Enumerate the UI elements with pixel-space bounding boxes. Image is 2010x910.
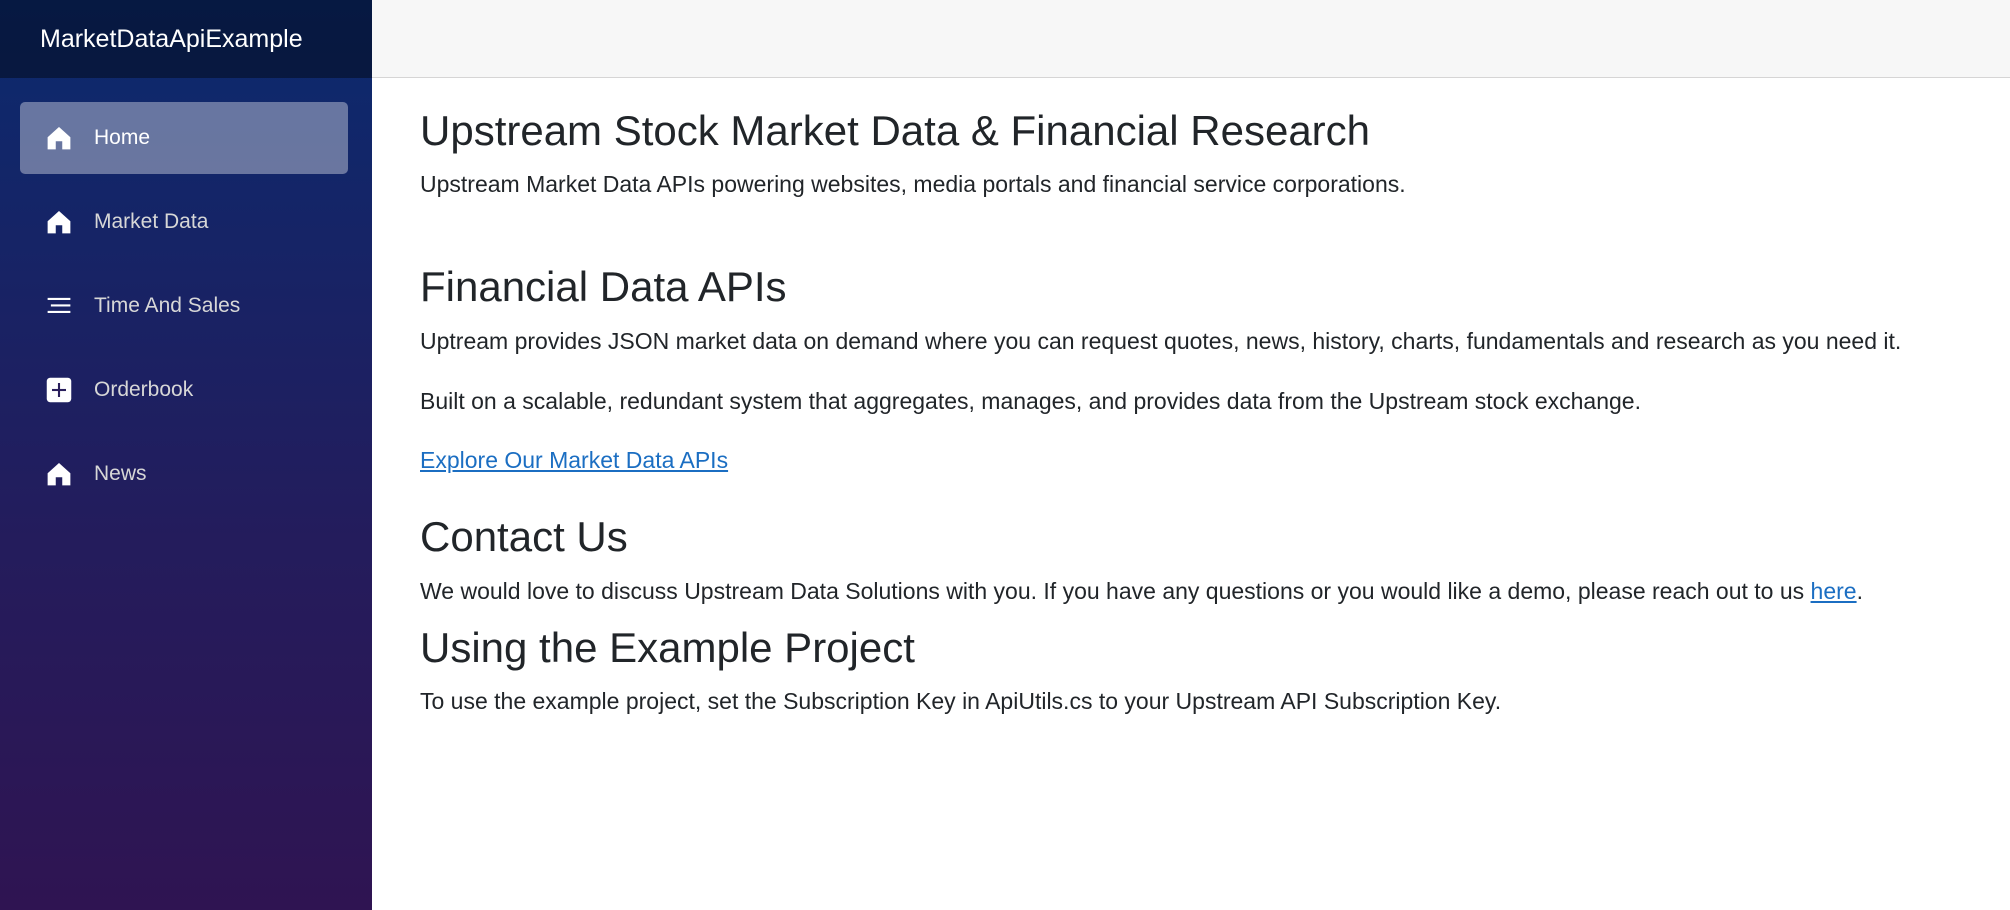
contact-here-link[interactable]: here: [1811, 578, 1857, 604]
section-heading-example: Using the Example Project: [420, 623, 915, 671]
sidebar-nav: Home Market Data Time And Sales Orderboo…: [0, 78, 372, 510]
page-subtitle: Upstream Market Data APIs powering websi…: [420, 171, 1406, 198]
apis-paragraph-2: Built on a scalable, redundant system th…: [420, 387, 1641, 414]
plus-icon: [44, 375, 74, 405]
contact-paragraph: We would love to discuss Upstream Data S…: [420, 577, 2010, 607]
sidebar-item-news[interactable]: News: [20, 438, 348, 510]
home-icon: [44, 459, 74, 489]
section-heading-apis: Financial Data APIs: [420, 263, 787, 311]
sidebar-item-label: Market Data: [94, 210, 209, 233]
sidebar-item-label: Home: [94, 126, 151, 149]
page-title: Upstream Stock Market Data & Financial R…: [420, 107, 1371, 154]
home-icon: [44, 123, 74, 153]
example-paragraph: To use the example project, set the Subs…: [420, 688, 1502, 715]
sidebar-item-label: Orderbook: [94, 378, 194, 401]
sidebar-item-market-data[interactable]: Market Data: [20, 186, 348, 258]
brand-bar: MarketDataApiExample: [0, 0, 372, 78]
contact-text-end: .: [1856, 577, 1863, 604]
apis-link-row: Explore Our Market Data APIs: [420, 446, 2010, 476]
page-content: Upstream Stock Market Data & Financial R…: [372, 78, 2010, 717]
apis-paragraph-1: Uptream provides JSON market data on dem…: [420, 327, 1902, 354]
top-row: [372, 0, 2010, 78]
list-icon: [44, 291, 74, 321]
sidebar-item-label: Time And Sales: [94, 294, 241, 317]
sidebar-item-label: News: [94, 462, 147, 485]
sidebar-item-time-and-sales[interactable]: Time And Sales: [20, 270, 348, 342]
contact-text: We would love to discuss Upstream Data S…: [420, 577, 1811, 604]
app-root: MarketDataApiExample Home Market Data Ti…: [0, 0, 2010, 910]
home-icon: [44, 207, 74, 237]
section-heading-contact: Contact Us: [420, 513, 628, 561]
sidebar: MarketDataApiExample Home Market Data Ti…: [0, 0, 372, 910]
main-area: Upstream Stock Market Data & Financial R…: [372, 0, 2010, 910]
brand-link[interactable]: MarketDataApiExample: [40, 25, 303, 54]
sidebar-item-home[interactable]: Home: [20, 102, 348, 174]
explore-apis-link[interactable]: Explore Our Market Data APIs: [420, 447, 728, 473]
sidebar-item-orderbook[interactable]: Orderbook: [20, 354, 348, 426]
